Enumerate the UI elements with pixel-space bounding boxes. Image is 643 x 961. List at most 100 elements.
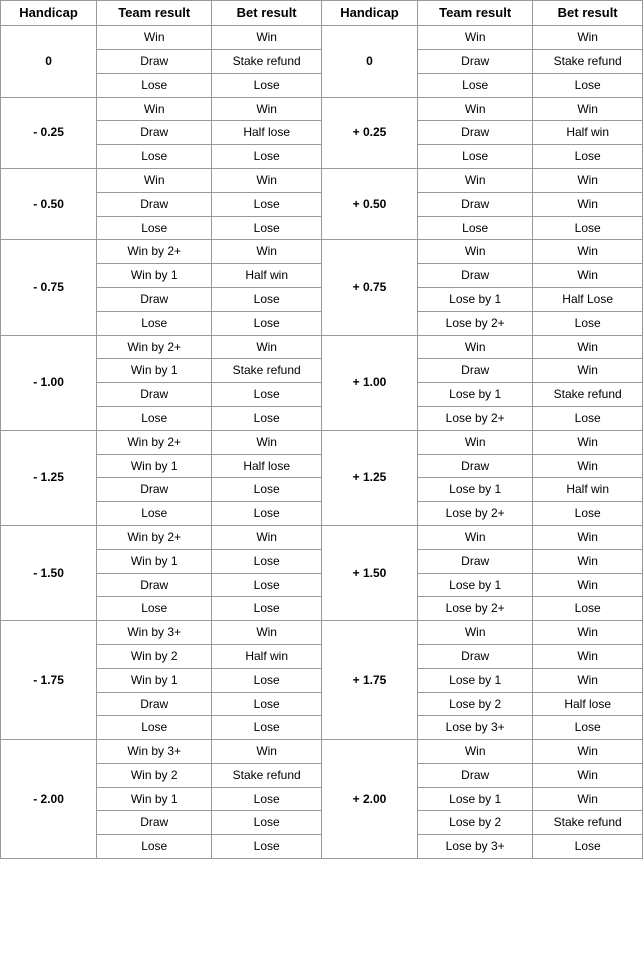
bet-result-right: Win: [533, 763, 643, 787]
team-result-right: Lose: [418, 73, 533, 97]
col-header-team-result-right: Team result: [418, 1, 533, 26]
bet-result-left: Lose: [212, 478, 322, 502]
handicap-cell-left: - 0.50: [1, 168, 97, 239]
bet-result-left: Lose: [212, 311, 322, 335]
team-result-left: Win by 1: [97, 454, 212, 478]
team-result-left: Win by 2+: [97, 335, 212, 359]
table-row: - 1.00Win by 2+Win+ 1.00WinWin: [1, 335, 643, 359]
team-result-left: Win by 2+: [97, 430, 212, 454]
handicap-cell-left: 0: [1, 26, 97, 97]
bet-result-left: Lose: [212, 835, 322, 859]
bet-result-right: Lose: [533, 597, 643, 621]
col-header-bet-result-right: Bet result: [533, 1, 643, 26]
bet-result-left: Lose: [212, 192, 322, 216]
bet-result-right: Win: [533, 264, 643, 288]
bet-result-right: Lose: [533, 406, 643, 430]
handicap-cell-left: - 0.75: [1, 240, 97, 335]
team-result-right: Win: [418, 97, 533, 121]
bet-result-left: Lose: [212, 502, 322, 526]
team-result-right: Draw: [418, 49, 533, 73]
col-header-handicap-right: Handicap: [321, 1, 417, 26]
handicap-cell-right: 0: [321, 26, 417, 97]
team-result-left: Win by 3+: [97, 740, 212, 764]
handicap-cell-left: - 1.25: [1, 430, 97, 525]
bet-result-left: Lose: [212, 692, 322, 716]
handicap-cell-right: + 0.75: [321, 240, 417, 335]
handicap-cell-left: - 1.00: [1, 335, 97, 430]
bet-result-left: Lose: [212, 145, 322, 169]
table-row: - 2.00Win by 3+Win+ 2.00WinWin: [1, 740, 643, 764]
bet-result-left: Win: [212, 168, 322, 192]
bet-result-left: Lose: [212, 716, 322, 740]
table-row: - 0.25WinWin+ 0.25WinWin: [1, 97, 643, 121]
team-result-right: Lose by 3+: [418, 835, 533, 859]
table-row: - 1.25Win by 2+Win+ 1.25WinWin: [1, 430, 643, 454]
team-result-right: Lose: [418, 216, 533, 240]
bet-result-left: Stake refund: [212, 49, 322, 73]
team-result-right: Lose by 2+: [418, 597, 533, 621]
team-result-right: Draw: [418, 264, 533, 288]
team-result-left: Lose: [97, 216, 212, 240]
team-result-left: Win by 2+: [97, 525, 212, 549]
team-result-right: Win: [418, 240, 533, 264]
bet-result-left: Lose: [212, 787, 322, 811]
team-result-right: Lose by 1: [418, 383, 533, 407]
team-result-left: Draw: [97, 478, 212, 502]
handicap-cell-left: - 0.25: [1, 97, 97, 168]
bet-result-right: Lose: [533, 216, 643, 240]
team-result-right: Win: [418, 430, 533, 454]
team-result-right: Draw: [418, 549, 533, 573]
team-result-right: Lose by 1: [418, 787, 533, 811]
bet-result-left: Half win: [212, 264, 322, 288]
team-result-left: Draw: [97, 287, 212, 311]
handicap-table: Handicap Team result Bet result Handicap…: [0, 0, 643, 859]
team-result-left: Win by 1: [97, 264, 212, 288]
bet-result-left: Lose: [212, 668, 322, 692]
bet-result-left: Lose: [212, 573, 322, 597]
team-result-right: Win: [418, 335, 533, 359]
bet-result-right: Half lose: [533, 692, 643, 716]
bet-result-right: Lose: [533, 311, 643, 335]
bet-result-right: Win: [533, 192, 643, 216]
bet-result-right: Lose: [533, 502, 643, 526]
bet-result-left: Stake refund: [212, 763, 322, 787]
team-result-right: Lose by 2: [418, 692, 533, 716]
team-result-left: Draw: [97, 192, 212, 216]
table-row: 0WinWin0WinWin: [1, 26, 643, 50]
bet-result-left: Win: [212, 621, 322, 645]
handicap-cell-right: + 2.00: [321, 740, 417, 859]
team-result-left: Draw: [97, 383, 212, 407]
bet-result-right: Win: [533, 668, 643, 692]
team-result-right: Draw: [418, 454, 533, 478]
team-result-left: Win by 1: [97, 549, 212, 573]
team-result-right: Lose by 1: [418, 478, 533, 502]
bet-result-left: Win: [212, 335, 322, 359]
team-result-left: Win: [97, 26, 212, 50]
bet-result-right: Stake refund: [533, 49, 643, 73]
bet-result-right: Win: [533, 168, 643, 192]
bet-result-right: Win: [533, 454, 643, 478]
handicap-cell-right: + 1.50: [321, 525, 417, 620]
table-row: - 1.50Win by 2+Win+ 1.50WinWin: [1, 525, 643, 549]
team-result-right: Win: [418, 621, 533, 645]
bet-result-right: Win: [533, 359, 643, 383]
bet-result-right: Half win: [533, 121, 643, 145]
team-result-left: Lose: [97, 597, 212, 621]
team-result-left: Draw: [97, 121, 212, 145]
handicap-cell-right: + 0.25: [321, 97, 417, 168]
table-row: - 1.75Win by 3+Win+ 1.75WinWin: [1, 621, 643, 645]
bet-result-left: Win: [212, 97, 322, 121]
team-result-left: Lose: [97, 311, 212, 335]
bet-result-left: Lose: [212, 406, 322, 430]
handicap-cell-left: - 1.75: [1, 621, 97, 740]
team-result-right: Draw: [418, 644, 533, 668]
col-header-handicap-left: Handicap: [1, 1, 97, 26]
bet-result-right: Win: [533, 335, 643, 359]
team-result-right: Lose by 1: [418, 668, 533, 692]
bet-result-right: Win: [533, 549, 643, 573]
handicap-cell-right: + 1.75: [321, 621, 417, 740]
team-result-left: Win by 1: [97, 359, 212, 383]
bet-result-right: Win: [533, 787, 643, 811]
bet-result-right: Lose: [533, 73, 643, 97]
team-result-left: Lose: [97, 145, 212, 169]
